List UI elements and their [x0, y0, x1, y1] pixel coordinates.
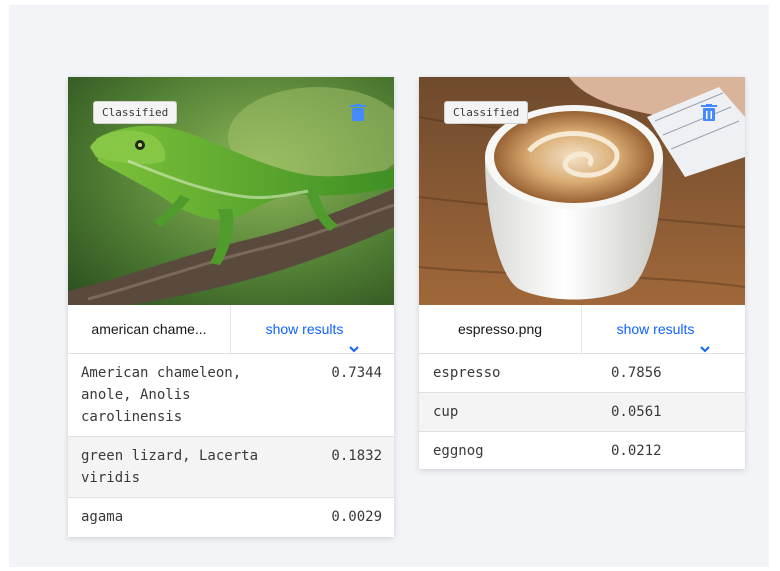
result-row: green lizard, Lacerta viridis 0.1832	[68, 437, 394, 498]
result-label: espresso	[433, 365, 501, 381]
show-results-button[interactable]: show results	[582, 305, 745, 353]
canvas-background: Classified american chame... show result…	[9, 5, 769, 567]
result-label: green lizard, Lacerta viridis	[81, 448, 259, 486]
result-score: 0.7344	[331, 365, 382, 381]
trash-icon[interactable]	[350, 104, 366, 122]
result-label: agama	[81, 509, 124, 525]
show-results-button[interactable]: show results	[231, 305, 394, 353]
result-row: agama 0.0029	[68, 498, 394, 536]
card-toolbar: american chame... show results	[68, 305, 394, 354]
classified-tag: Classified	[444, 101, 529, 124]
result-score: 0.7856	[611, 365, 662, 381]
result-card-chameleon: Classified american chame... show result…	[68, 77, 394, 537]
results-table: American chameleon, anole, Anolis caroli…	[68, 354, 394, 536]
chevron-down-icon	[349, 324, 360, 353]
show-results-label: show results	[265, 321, 344, 337]
result-row: espresso 0.7856	[419, 354, 745, 393]
result-score: 0.1832	[331, 448, 382, 464]
result-score: 0.0212	[611, 443, 662, 459]
file-name: american chame...	[91, 321, 207, 337]
result-score: 0.0561	[611, 404, 662, 420]
trash-icon[interactable]	[701, 104, 717, 122]
result-label: cup	[433, 404, 459, 420]
result-score: 0.0029	[331, 509, 382, 525]
result-row: American chameleon, anole, Anolis caroli…	[68, 354, 394, 437]
classified-tag: Classified	[93, 101, 178, 124]
result-label: eggnog	[433, 443, 484, 459]
result-row: cup 0.0561	[419, 393, 745, 432]
chevron-down-icon	[700, 324, 711, 353]
result-card-espresso: Classified espresso.png show results esp…	[419, 77, 745, 469]
result-row: eggnog 0.0212	[419, 432, 745, 470]
show-results-label: show results	[616, 321, 695, 337]
card-toolbar: espresso.png show results	[419, 305, 745, 354]
file-name: espresso.png	[457, 321, 543, 337]
result-label: American chameleon, anole, Anolis caroli…	[81, 365, 242, 425]
results-table: espresso 0.7856 cup 0.0561 eggnog 0.0212	[419, 354, 745, 470]
